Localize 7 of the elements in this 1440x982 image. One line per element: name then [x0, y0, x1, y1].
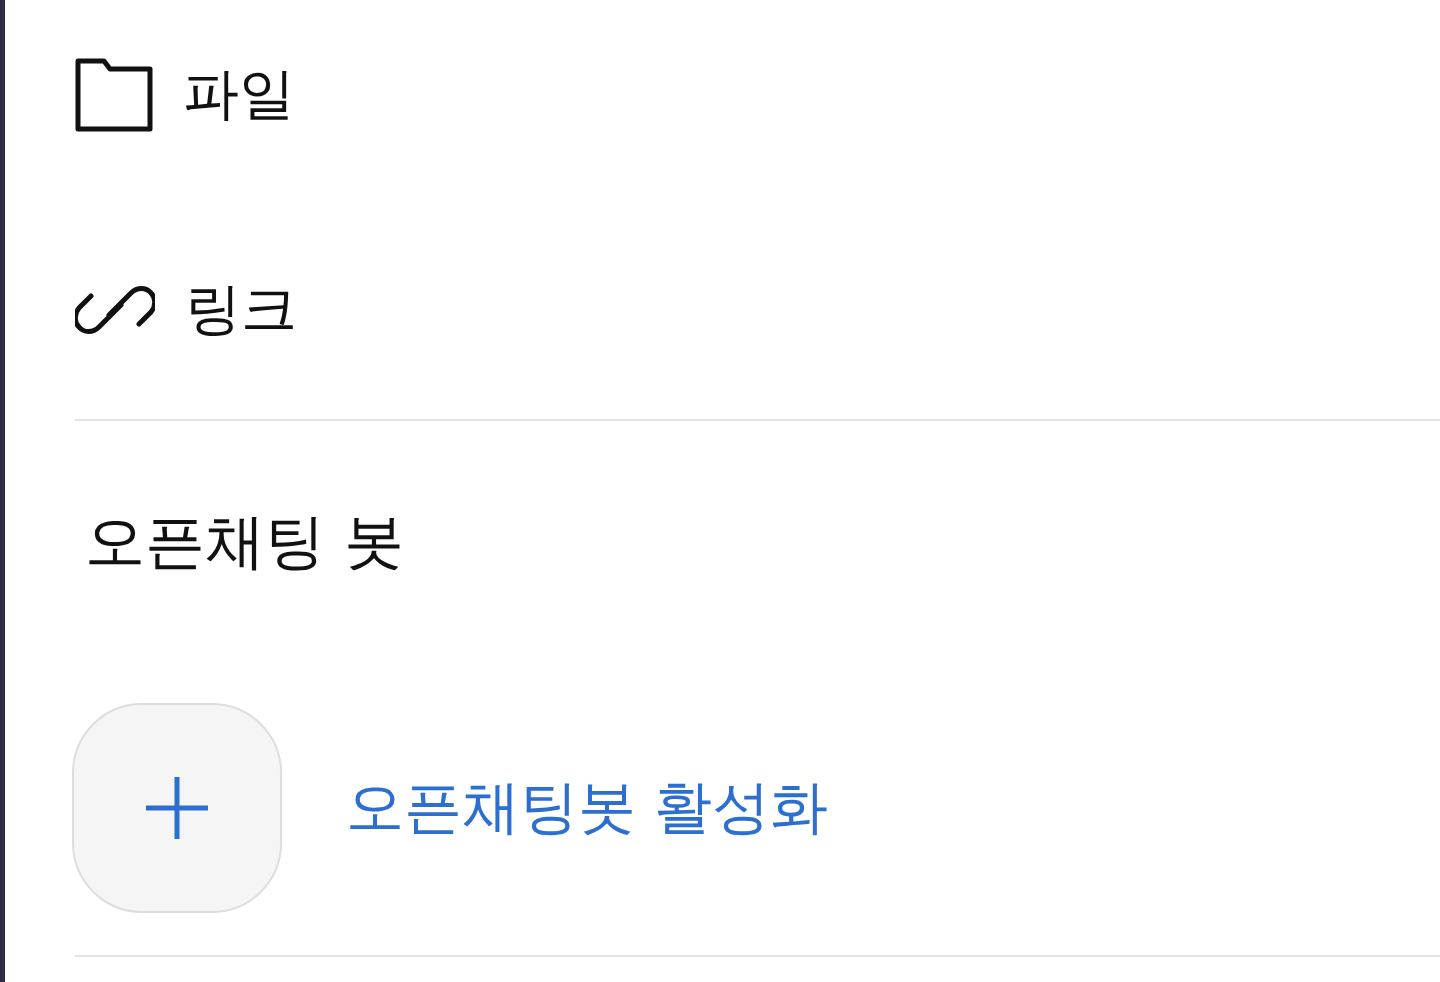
plus-icon [144, 775, 210, 841]
folder-icon [75, 58, 153, 132]
section-title: 오픈채팅 봇 [84, 505, 406, 578]
menu-item[interactable]: 파일 [75, 57, 295, 133]
add-button[interactable] [72, 703, 282, 913]
menu-item[interactable]: 링크 [75, 271, 297, 349]
activate-link[interactable]: 오픈채팅봇 활성화 [346, 769, 829, 847]
